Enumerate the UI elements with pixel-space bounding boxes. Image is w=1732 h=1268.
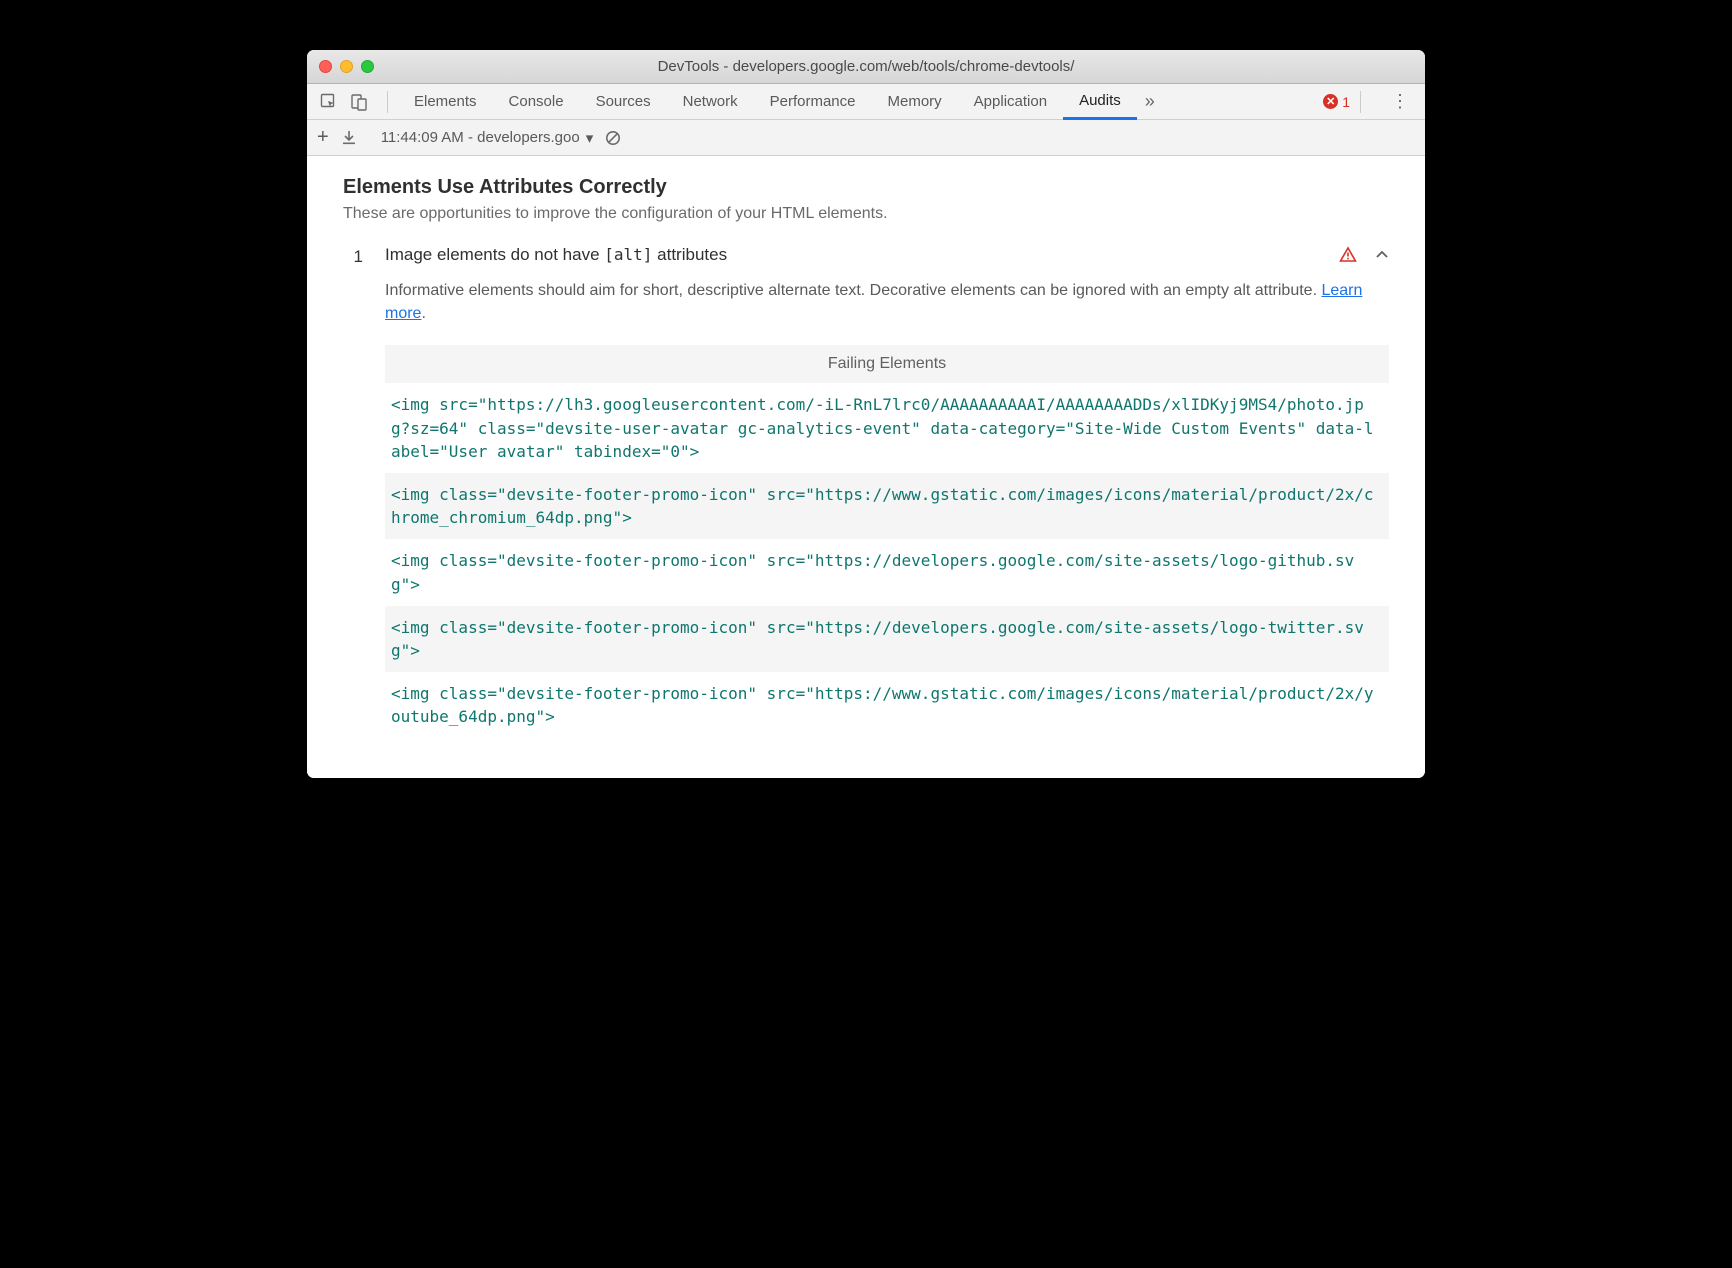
tab-network[interactable]: Network (667, 84, 754, 120)
audits-toolbar: + 11:44:09 AM - developers.goo ▾ (307, 120, 1425, 156)
audit-description: Informative elements should aim for shor… (385, 279, 1389, 325)
audit-number: 1 (343, 245, 363, 267)
clear-icon[interactable] (605, 130, 621, 146)
audit-desc-post: . (421, 305, 425, 322)
audit-title-code: [alt] (604, 245, 652, 264)
overflow-tabs-icon[interactable]: » (1137, 91, 1163, 112)
devtools-window: DevTools - developers.google.com/web/too… (307, 50, 1425, 778)
failing-element[interactable]: <img class="devsite-footer-promo-icon" s… (385, 539, 1389, 605)
audit-run-label: 11:44:09 AM - developers.goo (381, 129, 580, 146)
section-title: Elements Use Attributes Correctly (343, 176, 1389, 199)
failing-element[interactable]: <img class="devsite-footer-promo-icon" s… (385, 473, 1389, 539)
titlebar: DevTools - developers.google.com/web/too… (307, 50, 1425, 84)
inspect-element-icon[interactable] (317, 90, 341, 114)
section-subtitle: These are opportunities to improve the c… (343, 205, 1389, 223)
tab-sources[interactable]: Sources (580, 84, 667, 120)
tab-elements[interactable]: Elements (398, 84, 493, 120)
audit-item: 1 Image elements do not have [alt] attri… (343, 245, 1389, 738)
tab-audits[interactable]: Audits (1063, 84, 1137, 120)
chevron-up-icon[interactable] (1375, 248, 1389, 262)
error-count: 1 (1342, 94, 1350, 110)
tab-performance[interactable]: Performance (754, 84, 872, 120)
warning-icon (1339, 246, 1357, 264)
dropdown-icon: ▾ (586, 129, 594, 147)
audit-desc-text: Informative elements should aim for shor… (385, 282, 1321, 299)
separator (1360, 91, 1361, 113)
audit-run-selector[interactable]: 11:44:09 AM - developers.goo ▾ (381, 129, 594, 147)
error-count-badge[interactable]: ✕ 1 (1323, 94, 1350, 110)
separator (387, 91, 388, 113)
download-report-icon[interactable] (341, 130, 357, 146)
failing-element[interactable]: <img src="https://lh3.googleusercontent.… (385, 383, 1389, 473)
audit-title-post: attributes (652, 245, 727, 264)
failing-elements-header: Failing Elements (385, 345, 1389, 383)
panel-tabs: Elements Console Sources Network Perform… (398, 84, 1311, 120)
failing-element[interactable]: <img class="devsite-footer-promo-icon" s… (385, 672, 1389, 738)
window-title: DevTools - developers.google.com/web/too… (307, 58, 1425, 75)
tab-application[interactable]: Application (958, 84, 1063, 120)
audit-header[interactable]: Image elements do not have [alt] attribu… (385, 245, 1389, 265)
device-toolbar-icon[interactable] (347, 90, 371, 114)
error-icon: ✕ (1323, 94, 1338, 109)
audit-title: Image elements do not have [alt] attribu… (385, 245, 1339, 265)
audit-content: Elements Use Attributes Correctly These … (307, 156, 1425, 778)
tab-console[interactable]: Console (493, 84, 580, 120)
tab-memory[interactable]: Memory (872, 84, 958, 120)
settings-menu-icon[interactable]: ⋮ (1385, 91, 1415, 112)
new-audit-icon[interactable]: + (317, 126, 329, 149)
devtools-tabbar: Elements Console Sources Network Perform… (307, 84, 1425, 120)
failing-element[interactable]: <img class="devsite-footer-promo-icon" s… (385, 606, 1389, 672)
audit-title-pre: Image elements do not have (385, 245, 604, 264)
